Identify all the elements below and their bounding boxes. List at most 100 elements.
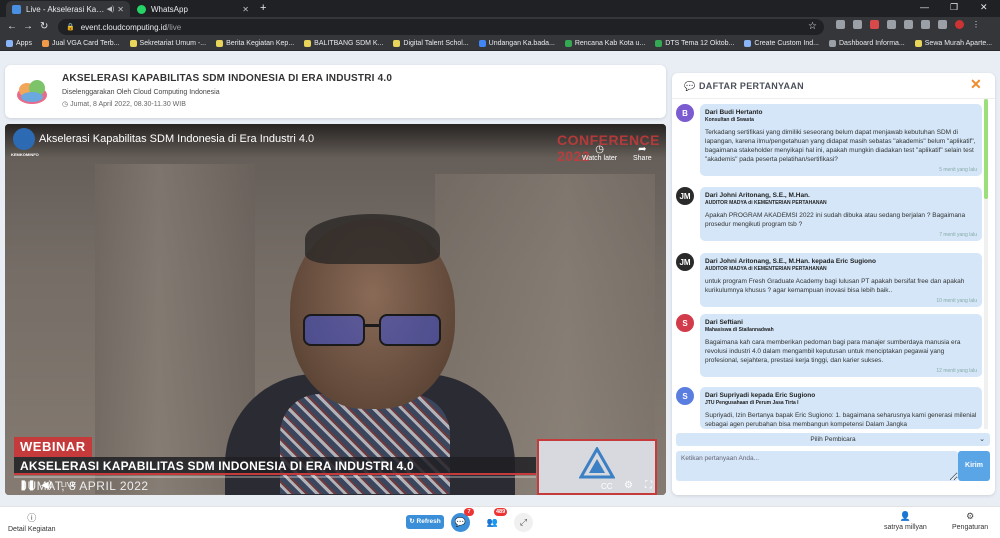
extension-icon[interactable]	[836, 20, 845, 29]
questions-header: 💬 DAFTAR PERTANYAAN ✕	[672, 73, 995, 99]
question-role: AUDITOR MADYA di KEMENTERIAN PERTAHANAN	[705, 200, 827, 206]
fullscreen-icon[interactable]: ⛶	[645, 480, 652, 491]
question-role: Mahasiswa di Stailannadwah	[705, 327, 774, 333]
bookmark-label: Digital Talent Schol...	[403, 40, 469, 47]
detail-kegiatan-button[interactable]: ⓘ Detail Kegiatan	[8, 511, 55, 533]
speaker-glasses	[303, 314, 443, 348]
bookmark-icon	[829, 40, 836, 47]
video-player[interactable]: KEMKOMINFO Akselerasi Kapabilitas SDM In…	[5, 124, 666, 495]
bottom-bar: ⓘ Detail Kegiatan ↻ Refresh 💬 7 👥 489 ⤢ …	[0, 506, 1000, 538]
forward-icon[interactable]: →	[23, 21, 33, 32]
clock-icon: ◷	[595, 144, 604, 155]
extensions-bar: ⋮	[836, 20, 981, 29]
bookmark-item[interactable]: Sekretariat Umum -...	[129, 40, 206, 47]
watch-later-button[interactable]: ◷ Watch later	[582, 144, 617, 162]
webinar-tag: WEBINAR	[14, 437, 92, 457]
settings-gear-icon[interactable]: ⚙	[624, 480, 633, 491]
kominfo-channel-icon[interactable]	[13, 128, 35, 150]
video-progress-bar[interactable]	[14, 476, 536, 478]
bookmark-label: Berita Kegiatan Kep...	[226, 40, 295, 47]
avatar: S	[676, 387, 694, 405]
bookmark-icon	[129, 40, 137, 47]
gear-icon: ⚙	[966, 511, 975, 521]
bookmark-item[interactable]: Jual VGA Card Terb...	[41, 40, 120, 47]
bookmark-label: Rencana Kab Kota u...	[574, 40, 646, 47]
chat-button[interactable]: 💬 7	[451, 508, 474, 532]
question-input[interactable]	[676, 451, 958, 481]
speaker-select[interactable]: Pilih Pembicara ⌄	[676, 433, 990, 446]
new-tab-button[interactable]: +	[260, 2, 266, 14]
bookmark-label: BALITBANG SDM K...	[314, 40, 384, 47]
bookmark-item[interactable]: Berita Kegiatan Kep...	[216, 40, 294, 47]
close-tab-icon[interactable]: ✕	[117, 5, 124, 14]
bookmark-label: Jual VGA Card Terb...	[51, 40, 120, 47]
menu-dots-icon[interactable]: ⋮	[972, 20, 981, 29]
extension-icon[interactable]	[887, 20, 896, 29]
user-profile[interactable]: 👤 satrya millyan	[884, 511, 927, 531]
close-tab-icon[interactable]: ✕	[242, 5, 249, 14]
close-panel-icon[interactable]: ✕	[970, 76, 982, 93]
chat-bubble-icon: 💬	[684, 81, 696, 91]
detail-label: Detail Kegiatan	[8, 526, 56, 533]
bookmark-star-icon[interactable]: ☆	[808, 21, 817, 32]
bookmark-label: DTS Tema 12 Oktob...	[665, 40, 735, 47]
question-bubble: Dari Supriyadi kepada Eric Sugiono JTU P…	[700, 387, 982, 429]
refresh-button[interactable]: ↻ Refresh	[406, 515, 444, 529]
question-text: Terkadang sertifikasi yang dimiliki sese…	[705, 129, 976, 163]
event-date: ◷ Jumat, 8 April 2022, 08.30-11.30 WIB	[62, 100, 186, 108]
close-window-icon[interactable]: ✕	[980, 2, 988, 13]
extension-icon[interactable]	[938, 20, 947, 29]
back-icon[interactable]: ←	[7, 21, 17, 32]
expand-icon: ⤢	[519, 517, 528, 527]
share-icon: ➦	[638, 144, 647, 155]
bookmark-item[interactable]: BALITBANG SDM K...	[304, 40, 383, 47]
maximize-icon[interactable]: ❐	[950, 2, 958, 13]
minimize-icon[interactable]: —	[920, 2, 929, 12]
scrollbar-thumb[interactable]	[984, 99, 988, 199]
question-text: untuk program Fresh Graduate Academy bag…	[705, 278, 965, 294]
participants-button[interactable]: 👥 489	[483, 508, 508, 532]
video-title[interactable]: Akselerasi Kapabilitas SDM Indonesia di …	[39, 133, 314, 145]
avatar: S	[676, 314, 694, 332]
settings-button[interactable]: ⚙ Pengaturan	[952, 511, 988, 531]
question-time: 7 menit yang lalu	[939, 232, 977, 238]
extension-icon[interactable]	[904, 20, 913, 29]
reload-icon[interactable]: ↻	[40, 21, 48, 32]
bookmark-item[interactable]: Digital Talent Schol...	[393, 40, 469, 47]
question-bubble: Dari Johni Aritonang, S.E., M.Han. kepad…	[700, 253, 982, 307]
pause-icon[interactable]: ❚❚	[19, 480, 36, 491]
audio-icon[interactable]: ◀)	[107, 5, 115, 13]
question-author: Dari Supriyadi kepada Eric Sugiono	[705, 392, 816, 399]
url-bar[interactable]: 🔒 event.cloudcomputing.id/live	[58, 19, 824, 35]
bookmark-apps[interactable]: Apps	[6, 40, 32, 47]
extension-icon[interactable]	[870, 20, 879, 29]
bookmark-item[interactable]: Dashboard Informa...	[829, 40, 905, 47]
share-button[interactable]: ➦ Share	[633, 144, 652, 162]
expand-button[interactable]: ⤢	[514, 513, 533, 532]
volume-icon[interactable]: ◀)	[41, 480, 52, 491]
participants-badge: 489	[494, 508, 508, 516]
extension-icon[interactable]	[853, 20, 862, 29]
tab-live[interactable]: Live - Akselerasi Kapabilitas ◀) ✕	[6, 1, 130, 17]
captions-icon[interactable]: CC	[601, 482, 613, 491]
bookmark-item[interactable]: Sewa Murah Aparte...	[914, 40, 993, 47]
bookmark-label: Sewa Murah Aparte...	[924, 40, 993, 47]
questions-scrollbar[interactable]	[984, 99, 988, 429]
bookmark-item[interactable]: Rencana Kab Kota u...	[564, 40, 646, 47]
lower-third-banner: AKSELERASI KAPABILITAS SDM INDONESIA DI …	[14, 457, 536, 475]
bookmark-item[interactable]: DTS Tema 12 Oktob...	[655, 40, 734, 47]
bookmark-label: Create Custom Ind...	[754, 40, 819, 47]
question-time: 10 menit yang lalu	[936, 298, 977, 304]
chat-badge: 7	[464, 508, 474, 516]
avatar: JM	[676, 187, 694, 205]
send-button[interactable]: Kirim	[958, 451, 990, 481]
bookmark-item[interactable]: Create Custom Ind...	[744, 40, 819, 47]
live-indicator: LIVE	[61, 482, 77, 489]
bookmark-item[interactable]: Undangan Ka.bada...	[478, 40, 555, 47]
profile-avatar-icon[interactable]	[955, 20, 964, 29]
tab-whatsapp[interactable]: WhatsApp ✕	[131, 1, 255, 17]
url-host: event.cloudcomputing.id	[80, 22, 167, 32]
browser-tab-strip: Live - Akselerasi Kapabilitas ◀) ✕ Whats…	[0, 0, 1000, 17]
extension-icon[interactable]	[921, 20, 930, 29]
bookmark-label: Undangan Ka.bada...	[488, 40, 555, 47]
